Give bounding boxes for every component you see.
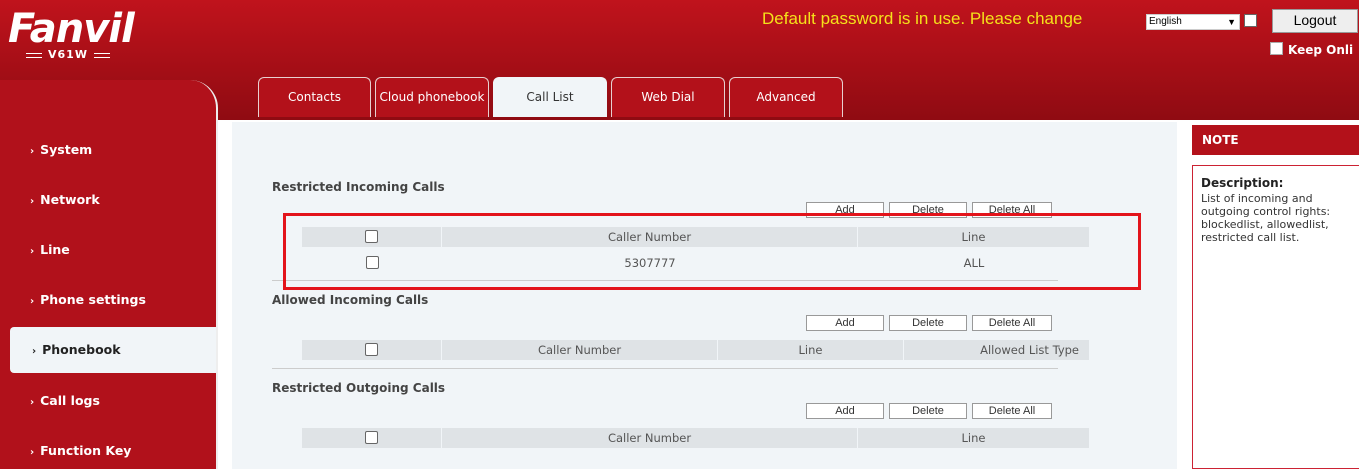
delete-all-button[interactable]: Delete All (972, 315, 1052, 331)
chevron-right-icon: › (30, 246, 35, 257)
note-title: Description: (1201, 176, 1284, 190)
column-header: Allowed List Type (904, 340, 1090, 360)
column-header: Caller Number (442, 340, 718, 360)
tab-web-dial[interactable]: Web Dial (611, 77, 725, 117)
note-panel: Description: List of incoming and outgoi… (1192, 165, 1359, 469)
keep-online-toggle[interactable]: Keep Onli (1270, 42, 1353, 57)
sidebar-item-system[interactable]: › System (0, 127, 216, 173)
language-select[interactable]: English ▼ (1146, 14, 1240, 30)
delete-button[interactable]: Delete (889, 403, 967, 419)
sidebar-item-network[interactable]: › Network (0, 177, 216, 223)
section-title-restricted-incoming: Restricted Incoming Calls (272, 180, 445, 194)
select-all-checkbox[interactable] (365, 431, 378, 444)
chevron-right-icon: › (30, 146, 35, 157)
chevron-right-icon: › (30, 196, 35, 207)
sidebar-item-line[interactable]: › Line (0, 227, 216, 273)
chevron-right-icon: › (30, 296, 35, 307)
logout-button[interactable]: Logout (1272, 9, 1358, 33)
keep-online-checkbox[interactable] (1270, 42, 1283, 55)
delete-button[interactable]: Delete (889, 315, 967, 331)
note-header: NOTE (1192, 125, 1359, 155)
column-header: Line (858, 428, 1090, 448)
tab-advanced[interactable]: Advanced (729, 77, 843, 117)
chevron-right-icon: › (30, 447, 35, 458)
note-description: List of incoming and outgoing control ri… (1201, 192, 1331, 244)
section-title-allowed-incoming: Allowed Incoming Calls (272, 293, 429, 307)
add-button[interactable]: Add (806, 403, 884, 419)
add-button[interactable]: Add (806, 315, 884, 331)
default-password-warning[interactable]: Default password is in use. Please chang… (762, 9, 1082, 29)
chevron-right-icon: › (32, 346, 37, 357)
table-header: Caller Number Line (302, 428, 1090, 448)
sidebar-item-phonebook[interactable]: › Phonebook (10, 327, 216, 373)
column-header: Caller Number (442, 428, 858, 448)
delete-all-button[interactable]: Delete All (972, 403, 1052, 419)
section-title-restricted-outgoing: Restricted Outgoing Calls (272, 381, 446, 395)
table-header: Caller Number Line Allowed List Type (302, 340, 1090, 360)
tab-bar: Contacts Cloud phonebook Call List Web D… (258, 77, 843, 117)
chevron-down-icon: ▼ (1227, 17, 1236, 27)
divider (272, 368, 1058, 369)
sidebar-item-phone-settings[interactable]: › Phone settings (0, 277, 216, 323)
sidebar-item-function-key[interactable]: › Function Key (0, 428, 216, 474)
sidebar-item-call-logs[interactable]: › Call logs (0, 378, 216, 424)
sidebar: › System › Network › Line › Phone settings ›… (0, 80, 218, 469)
header-checkbox[interactable] (1244, 14, 1257, 27)
select-all-checkbox[interactable] (365, 343, 378, 356)
tab-contacts[interactable]: Contacts (258, 77, 371, 117)
highlight-box (283, 213, 1141, 290)
column-header: Line (718, 340, 904, 360)
chevron-right-icon: › (30, 397, 35, 408)
tab-cloud-phonebook[interactable]: Cloud phonebook (375, 77, 489, 117)
fanvil-logo: Fanvil V61W (8, 8, 148, 61)
tab-call-list[interactable]: Call List (493, 77, 607, 117)
